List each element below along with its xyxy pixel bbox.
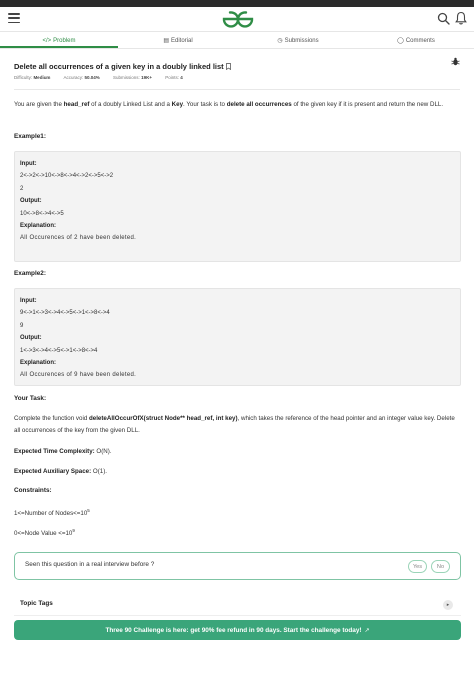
input-label: Input:	[20, 298, 37, 304]
gfg-logo[interactable]	[222, 10, 254, 28]
tab-label: Comments	[405, 37, 435, 44]
constraint-nodes: 1<=Number of Nodes<=105	[14, 508, 90, 517]
chevron-right-icon[interactable]: ▸	[443, 600, 453, 610]
interview-feedback-box: Seen this question in a real interview b…	[14, 552, 461, 580]
tab-label: Editorial	[170, 37, 193, 44]
problem-description: You are given the head_ref of a doubly L…	[14, 101, 444, 108]
example2-box: Input: 9<->1<->3<->4<->5<->1<->8<->4 9 O…	[14, 288, 461, 386]
problem-title-row: Delete all occurrences of a given key in…	[14, 56, 460, 71]
divider	[14, 615, 461, 616]
input-key: 2	[20, 185, 24, 192]
input-list: 2<->2<->10<->8<->4<->2<->5<->2	[20, 173, 114, 180]
constraint-values: 0<=Node Value <=109	[14, 528, 75, 537]
output-value: 1<->3<->4<->5<->1<->8<->4	[20, 347, 98, 354]
active-tab-indicator	[0, 46, 118, 48]
tab-label: Submissions	[284, 37, 319, 44]
output-label: Output:	[20, 198, 42, 205]
interview-question: Seen this question in a real interview b…	[25, 561, 155, 568]
space-complexity: Expected Auxiliary Space: O(1).	[14, 468, 107, 475]
output-label: Output:	[20, 335, 42, 342]
code-icon: </>	[42, 37, 52, 44]
output-value: 10<->8<->4<->5	[20, 210, 64, 217]
example1-box: Input: 2<->2<->10<->8<->4<->2<->5<->2 2 …	[14, 151, 461, 262]
explanation-label: Explanation:	[20, 223, 57, 230]
constraints-title: Constraints:	[14, 487, 52, 494]
points: Points: 4	[165, 75, 183, 80]
explanation-text: All Occurences of 9 have been deleted.	[20, 372, 137, 379]
input-key: 9	[20, 322, 24, 329]
status-bar	[0, 0, 474, 7]
input-list: 9<->1<->3<->4<->5<->1<->8<->4	[20, 310, 110, 317]
tab-submissions[interactable]: ◷ Submissions	[238, 32, 358, 49]
hamburger-icon[interactable]	[8, 13, 20, 24]
time-complexity: Expected Time Complexity: O(N).	[14, 448, 112, 455]
bookmark-icon[interactable]	[225, 63, 231, 70]
comment-icon: ◯	[397, 38, 404, 44]
topic-tags-label[interactable]: Topic Tags	[20, 600, 53, 607]
your-task-title: Your Task:	[14, 395, 47, 402]
divider	[14, 89, 460, 90]
bell-icon[interactable]	[455, 11, 467, 25]
external-link-icon: ↗	[364, 627, 370, 634]
tab-comments[interactable]: ◯ Comments	[358, 32, 474, 49]
task-description: Complete the function void deleteAllOccu…	[14, 415, 455, 434]
site-header	[0, 7, 474, 31]
submissions-count: Submissions: 19K+	[113, 75, 152, 80]
tab-label: Problem	[53, 37, 76, 44]
document-icon: ▤	[163, 38, 169, 44]
example1-title: Example1:	[14, 133, 46, 140]
input-label: Input:	[20, 161, 37, 167]
yes-button[interactable]: Yes	[408, 560, 427, 573]
example2-title: Example2:	[14, 270, 46, 277]
search-icon[interactable]	[437, 12, 450, 25]
problem-title: Delete all occurrences of a given key in…	[14, 62, 224, 71]
bug-icon[interactable]	[451, 57, 460, 66]
banner-text: Three 90 Challenge is here: get 90% fee …	[105, 626, 362, 634]
problem-meta: Difficulty: Medium Accuracy: 50.04% Subm…	[14, 75, 195, 80]
difficulty: Difficulty: Medium	[14, 75, 51, 80]
no-button[interactable]: No	[431, 560, 450, 573]
challenge-banner[interactable]: Three 90 Challenge is here: get 90% fee …	[14, 620, 461, 640]
accuracy: Accuracy: 50.04%	[63, 75, 100, 80]
clock-icon: ◷	[277, 38, 283, 44]
tab-editorial[interactable]: ▤ Editorial	[118, 32, 238, 49]
explanation-label: Explanation:	[20, 360, 57, 367]
explanation-text: All Occurences of 2 have been deleted.	[20, 235, 137, 242]
